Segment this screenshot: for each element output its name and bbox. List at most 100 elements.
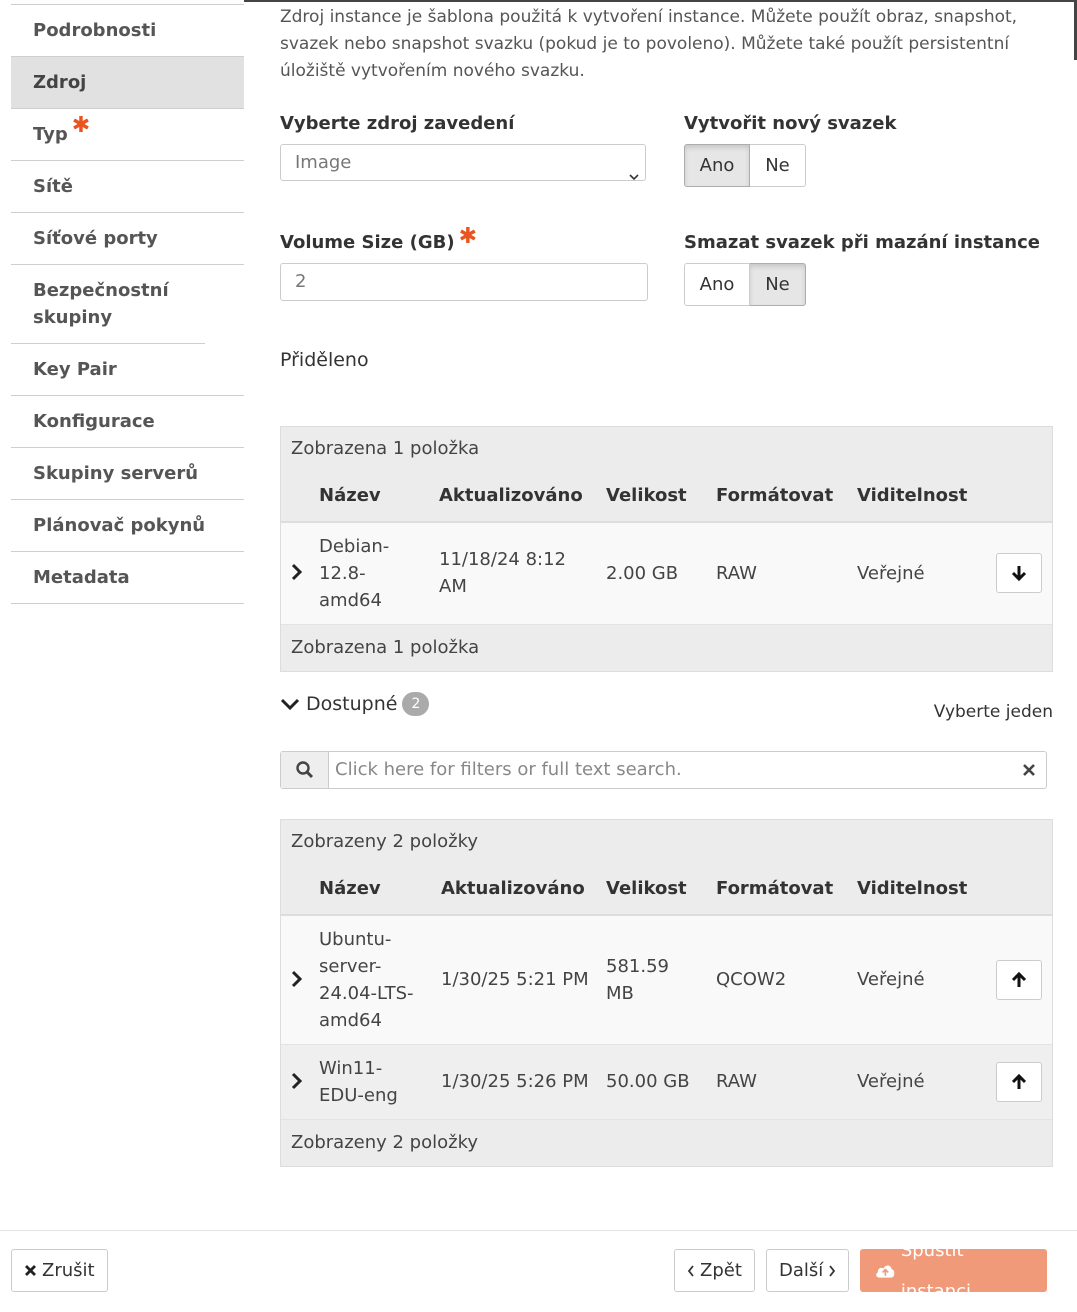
- launch-instance-button[interactable]: Spustit instanci: [860, 1240, 1047, 1302]
- allocated-count-footer: Zobrazena 1 položka: [281, 625, 1052, 671]
- sidebar-item-planovac-pokynu[interactable]: Plánovač pokynů: [11, 500, 244, 552]
- column-header-size[interactable]: Velikost: [606, 471, 687, 521]
- sidebar-item-label: Typ: [33, 124, 68, 145]
- sidebar-item-label: Skupiny serverů: [33, 463, 199, 484]
- column-header-format[interactable]: Formátovat: [716, 864, 833, 914]
- available-toggle[interactable]: Dostupné 2: [280, 692, 430, 716]
- create-volume-label: Vytvořit nový svazek: [684, 113, 897, 134]
- available-count-badge: 2: [402, 692, 430, 716]
- launch-label: Spustit instanci: [900, 1239, 971, 1302]
- top-border: [244, 0, 1077, 2]
- sidebar-item-metadata[interactable]: Metadata: [11, 552, 244, 604]
- boot-source-select[interactable]: Image: [280, 144, 646, 181]
- sidebar-item-podrobnosti[interactable]: Podrobnosti: [11, 5, 244, 57]
- table-row: Ubuntu-server-24.04-LTS-amd64 1/30/25 5:…: [281, 916, 1052, 1045]
- required-asterisk-icon: ✱: [71, 113, 91, 138]
- clear-search-icon[interactable]: [1022, 761, 1036, 782]
- column-header-name[interactable]: Název: [319, 471, 381, 521]
- chevron-right-icon[interactable]: [291, 563, 303, 586]
- sidebar-item-label: Sítě: [33, 176, 73, 197]
- intro-text: Zdroj instance je šablona použitá k vytv…: [280, 7, 1018, 81]
- sidebar-item-typ[interactable]: Typ ✱: [11, 109, 244, 161]
- chevron-right-icon[interactable]: [291, 970, 303, 993]
- sidebar-item-label: Key Pair: [33, 359, 117, 380]
- sidebar-item-label: Bezpečnostní skupiny: [33, 280, 169, 328]
- create-volume-toggle: Ano Ne: [684, 144, 806, 187]
- next-button[interactable]: Další: [766, 1249, 850, 1292]
- sidebar-item-label: Síťové porty: [33, 228, 158, 249]
- sidebar-item-zdroj[interactable]: Zdroj: [11, 57, 244, 109]
- sidebar-item-bezpecnostni-skupiny[interactable]: Bezpečnostní skupiny: [11, 265, 205, 344]
- allocated-title: Přiděleno: [280, 349, 369, 371]
- row-name: Debian-12.8-amd64: [319, 536, 390, 611]
- row-visibility: Veřejné: [857, 1071, 925, 1092]
- row-format: QCOW2: [716, 969, 787, 990]
- chevron-right-icon: [829, 1264, 836, 1277]
- column-header-visibility[interactable]: Viditelnost: [857, 864, 967, 914]
- arrow-down-icon: [1011, 566, 1027, 582]
- column-header-visibility[interactable]: Viditelnost: [857, 471, 967, 521]
- column-header-updated[interactable]: Aktualizováno: [439, 471, 583, 521]
- column-header-name[interactable]: Název: [319, 864, 381, 914]
- sidebar-item-site[interactable]: Sítě: [11, 161, 244, 213]
- row-name: Win11-EDU-eng: [319, 1058, 398, 1106]
- allocate-button[interactable]: [996, 1062, 1042, 1102]
- wizard-sidebar: Podrobnosti Zdroj Typ ✱ Sítě Síťové porty…: [11, 4, 244, 604]
- close-icon: [25, 1265, 36, 1276]
- row-visibility: Veřejné: [857, 563, 925, 584]
- deallocate-button[interactable]: [996, 553, 1042, 593]
- arrow-up-icon: [1011, 971, 1027, 987]
- available-table-header: Název Aktualizováno Velikost Formátovat …: [281, 864, 1052, 916]
- available-count-footer: Zobrazeny 2 položky: [281, 1120, 1052, 1166]
- sidebar-item-label: Metadata: [33, 567, 130, 588]
- available-table: Zobrazeny 2 položky Název Aktualizováno …: [280, 819, 1053, 1167]
- back-button[interactable]: Zpět: [674, 1249, 755, 1292]
- delete-volume-yes-button[interactable]: Ano: [684, 263, 750, 306]
- row-format: RAW: [716, 563, 757, 584]
- table-row: Debian-12.8-amd64 11/18/24 8:12 AM 2.00 …: [281, 523, 1052, 625]
- boot-source-label: Vyberte zdroj zavedení: [280, 113, 515, 134]
- row-size: 581.59 MB: [606, 956, 669, 1004]
- chevron-left-icon: [687, 1264, 694, 1277]
- required-asterisk-icon: ✱: [458, 224, 477, 249]
- table-row: Win11-EDU-eng 1/30/25 5:26 PM 50.00 GB R…: [281, 1045, 1052, 1120]
- chevron-right-icon[interactable]: [291, 1072, 303, 1095]
- allocated-table: Zobrazena 1 položka Název Aktualizováno …: [280, 426, 1053, 672]
- allocated-count-caption: Zobrazena 1 položka: [281, 427, 1052, 471]
- arrow-up-icon: [1011, 1073, 1027, 1089]
- row-format: RAW: [716, 1071, 757, 1092]
- back-label: Zpět: [700, 1260, 742, 1281]
- sidebar-item-sitove-porty[interactable]: Síťové porty: [11, 213, 244, 265]
- volume-size-value: 2: [295, 271, 307, 292]
- volume-size-input[interactable]: 2: [280, 263, 648, 301]
- available-title: Dostupné: [306, 693, 398, 715]
- cancel-button[interactable]: Zrušit: [11, 1249, 108, 1292]
- create-volume-yes-button[interactable]: Ano: [684, 144, 750, 187]
- cancel-label: Zrušit: [42, 1260, 95, 1281]
- sidebar-item-label: Plánovač pokynů: [33, 515, 206, 536]
- column-header-updated[interactable]: Aktualizováno: [441, 864, 585, 914]
- column-header-format[interactable]: Formátovat: [716, 471, 833, 521]
- row-name: Ubuntu-server-24.04-LTS-amd64: [319, 929, 414, 1031]
- sidebar-item-label: Podrobnosti: [33, 20, 157, 41]
- chevron-down-icon: [280, 698, 300, 711]
- row-updated: 11/18/24 8:12 AM: [439, 549, 566, 597]
- create-volume-no-button[interactable]: Ne: [750, 144, 806, 187]
- sidebar-item-konfigurace[interactable]: Konfigurace: [11, 396, 244, 448]
- sidebar-item-key-pair[interactable]: Key Pair: [11, 344, 244, 396]
- delete-volume-no-button[interactable]: Ne: [750, 263, 806, 306]
- allocate-button[interactable]: [996, 960, 1042, 1000]
- next-label: Další: [779, 1260, 824, 1281]
- sidebar-item-skupiny-serveru[interactable]: Skupiny serverů: [11, 448, 244, 500]
- search-input[interactable]: Click here for filters or full text sear…: [280, 751, 1047, 789]
- search-icon: [281, 752, 329, 788]
- cloud-upload-icon: [876, 1264, 895, 1278]
- row-visibility: Veřejné: [857, 969, 925, 990]
- allocated-table-header: Název Aktualizováno Velikost Formátovat …: [281, 471, 1052, 523]
- column-header-size[interactable]: Velikost: [606, 864, 687, 914]
- delete-volume-toggle: Ano Ne: [684, 263, 806, 306]
- delete-volume-label: Smazat svazek při mazání instance: [684, 232, 1040, 253]
- sidebar-item-label: Zdroj: [33, 72, 87, 93]
- available-count-caption: Zobrazeny 2 položky: [281, 820, 1052, 864]
- pick-one-hint: Vyberte jeden: [933, 702, 1053, 722]
